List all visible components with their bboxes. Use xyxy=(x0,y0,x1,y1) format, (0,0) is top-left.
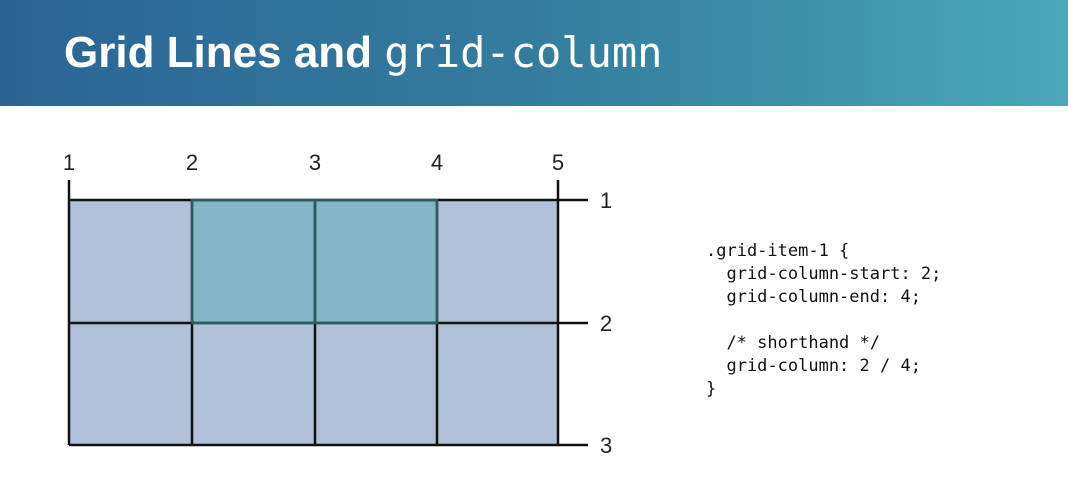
code-line: grid-column-end: 4; xyxy=(706,287,921,307)
row-line-label: 1 xyxy=(600,188,612,213)
grid-cell xyxy=(69,200,192,323)
code-line: grid-column-start: 2; xyxy=(706,264,942,284)
row-line-label: 3 xyxy=(600,433,612,458)
code-snippet: .grid-item-1 { grid-column-start: 2; gri… xyxy=(706,240,941,401)
code-line: grid-column: 2 / 4; xyxy=(706,356,921,376)
code-line: } xyxy=(706,379,717,399)
highlighted-cell xyxy=(192,200,315,323)
grid-cell xyxy=(315,323,437,445)
column-line-label: 1 xyxy=(63,150,75,175)
highlighted-cell xyxy=(315,200,437,323)
grid-cell xyxy=(69,323,192,445)
code-line: .grid-item-1 { xyxy=(706,241,850,261)
row-line-label: 2 xyxy=(600,311,612,336)
grid-cell xyxy=(437,200,558,323)
column-line-label: 4 xyxy=(431,150,443,175)
column-line-label: 2 xyxy=(186,150,198,175)
grid-cell xyxy=(437,323,558,445)
code-line: /* shorthand */ xyxy=(706,333,880,353)
column-line-label: 5 xyxy=(552,150,564,175)
grid-cell xyxy=(192,323,315,445)
column-line-label: 3 xyxy=(309,150,321,175)
